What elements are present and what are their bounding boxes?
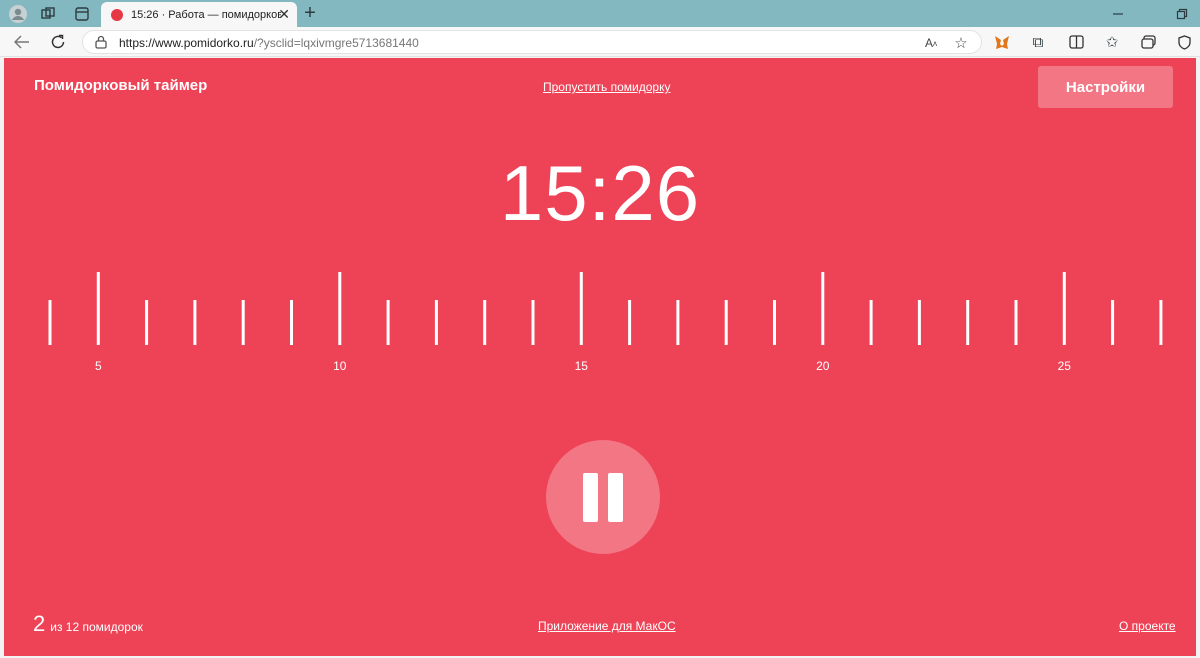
ruler-tick-label: 5 (95, 359, 102, 373)
site-info-lock-icon[interactable] (93, 34, 109, 50)
browser-toolbar: https://www.pomidorko.ru/?ysclid=lqxivmg… (0, 27, 1200, 57)
pomodoro-counter: 2 из 12 помидорок (33, 611, 143, 637)
new-tab-icon[interactable]: + (300, 2, 320, 24)
app-title: Помидорковый таймер (34, 77, 208, 94)
macos-app-link[interactable]: Приложение для МакОС (538, 619, 676, 633)
url-query: /?ysclid=lqxivmgre5713681440 (253, 36, 419, 50)
ruler-tick-label: 20 (816, 359, 830, 373)
profile-icon[interactable] (8, 4, 28, 24)
address-bar[interactable]: https://www.pomidorko.ru/?ysclid=lqxivmg… (82, 30, 982, 54)
browser-tab-bar: 15:26 · Работа — помидорковый ✕ + (0, 0, 1200, 27)
completed-count: 2 (33, 611, 46, 636)
ruler-tick-label: 10 (333, 359, 347, 373)
favorites-list-icon[interactable]: ✩ (1102, 32, 1122, 52)
browser-essentials-icon[interactable] (1174, 32, 1194, 52)
workspaces-icon[interactable] (38, 4, 58, 24)
pause-button[interactable] (546, 440, 660, 554)
active-tab[interactable]: 15:26 · Работа — помидорковый ✕ (101, 2, 297, 27)
settings-button[interactable]: Настройки (1038, 66, 1173, 108)
skip-pomodoro-link[interactable]: Пропустить помидорку (543, 80, 670, 94)
split-screen-icon[interactable] (1066, 32, 1086, 52)
close-tab-icon[interactable]: ✕ (278, 6, 290, 22)
metamask-extension-icon[interactable] (992, 32, 1012, 52)
tab-title: 15:26 · Работа — помидорковый (131, 8, 281, 21)
url-host: https://www.pomidorko.ru (119, 36, 254, 50)
read-aloud-icon[interactable]: Aʌ (921, 33, 941, 53)
extensions-puzzle-icon[interactable]: ⧉ (1028, 32, 1048, 52)
favorite-star-icon[interactable]: ☆ (951, 33, 971, 53)
about-project-link[interactable]: О проекте (1119, 619, 1176, 633)
pomodoro-page: Помидорковый таймер Пропустить помидорку… (4, 58, 1196, 656)
tomato-favicon-icon (111, 8, 123, 21)
pause-icon (583, 472, 623, 522)
counter-total-text: из 12 помидорок (50, 620, 143, 634)
back-icon[interactable] (12, 32, 32, 52)
ruler-tick-label: 15 (575, 359, 589, 373)
restore-window-icon[interactable] (1172, 4, 1192, 24)
refresh-icon[interactable] (48, 32, 68, 52)
minutes-ruler[interactable]: 5 10 15 20 25 (4, 268, 1196, 378)
minimize-window-icon[interactable] (1108, 4, 1128, 24)
timer-display: 15:26 (499, 149, 701, 237)
collections-icon[interactable] (1138, 32, 1158, 52)
url-text: https://www.pomidorko.ru/?ysclid=lqxivmg… (119, 36, 419, 50)
ruler-tick-label: 25 (1058, 359, 1072, 373)
tab-actions-icon[interactable] (72, 4, 92, 24)
